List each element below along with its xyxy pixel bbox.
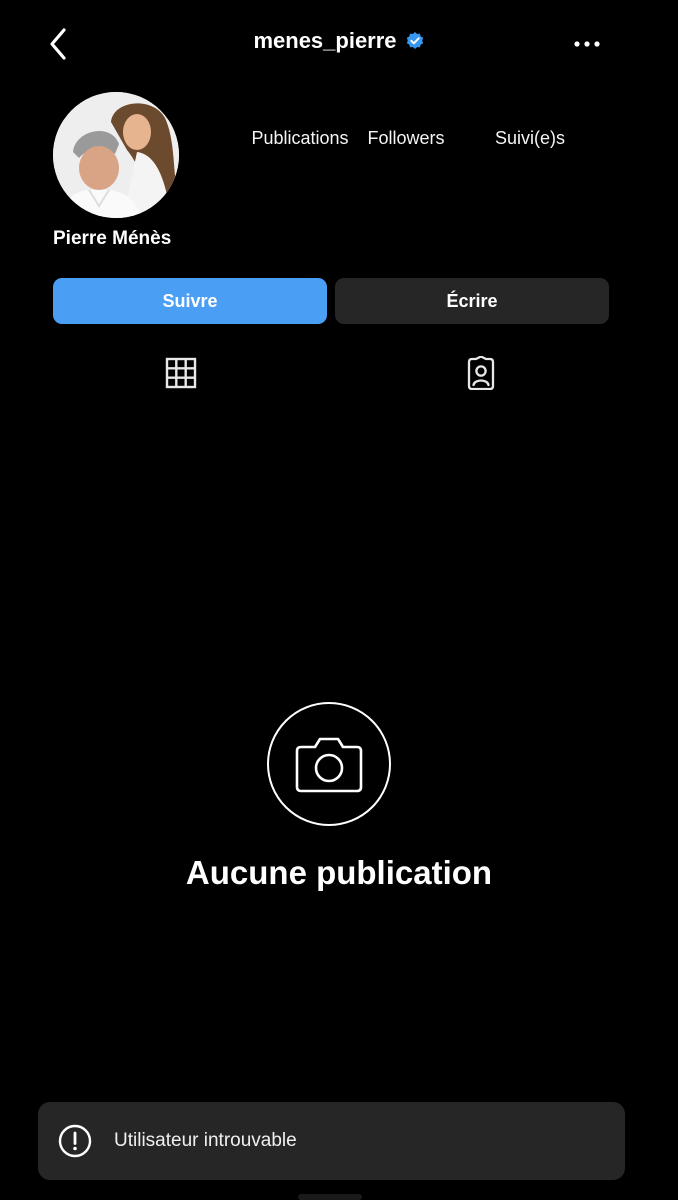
more-options-button[interactable] (572, 30, 602, 58)
username: menes_pierre (253, 28, 397, 53)
empty-state-camera-circle (267, 702, 391, 826)
camera-icon (295, 737, 363, 793)
follow-button[interactable]: Suivre (53, 278, 327, 324)
stat-following-label: Suivi(e)s (494, 128, 565, 148)
more-horizontal-icon (574, 41, 600, 47)
verified-badge-icon (406, 32, 423, 49)
stat-followers[interactable]: Followers (356, 128, 456, 149)
error-toast: Utilisateur introuvable (38, 1102, 625, 1180)
stat-following[interactable]: Suivi(e)s (470, 128, 590, 149)
stat-publications-label: Publications (251, 128, 349, 148)
toast-message: Utilisateur introuvable (114, 1130, 297, 1151)
stat-followers-label: Followers (367, 128, 445, 148)
tab-tagged[interactable] (464, 355, 498, 391)
home-indicator[interactable] (298, 1194, 362, 1200)
message-button[interactable]: Écrire (335, 278, 609, 324)
alert-circle-icon (58, 1124, 92, 1158)
tab-posts-grid[interactable] (164, 356, 198, 390)
empty-state-text: Aucune publication (185, 854, 493, 891)
profile-stats: Publications Followers Suivi(e)s (236, 128, 590, 149)
grid-icon (165, 357, 197, 389)
stat-publications[interactable]: Publications (236, 128, 364, 149)
profile-photo (53, 92, 179, 218)
profile-screen: menes_pierre Publications Followers Suiv… (0, 0, 678, 1200)
tagged-person-icon (467, 355, 495, 391)
avatar[interactable] (53, 92, 179, 218)
display-name: Pierre Ménès (53, 228, 172, 249)
